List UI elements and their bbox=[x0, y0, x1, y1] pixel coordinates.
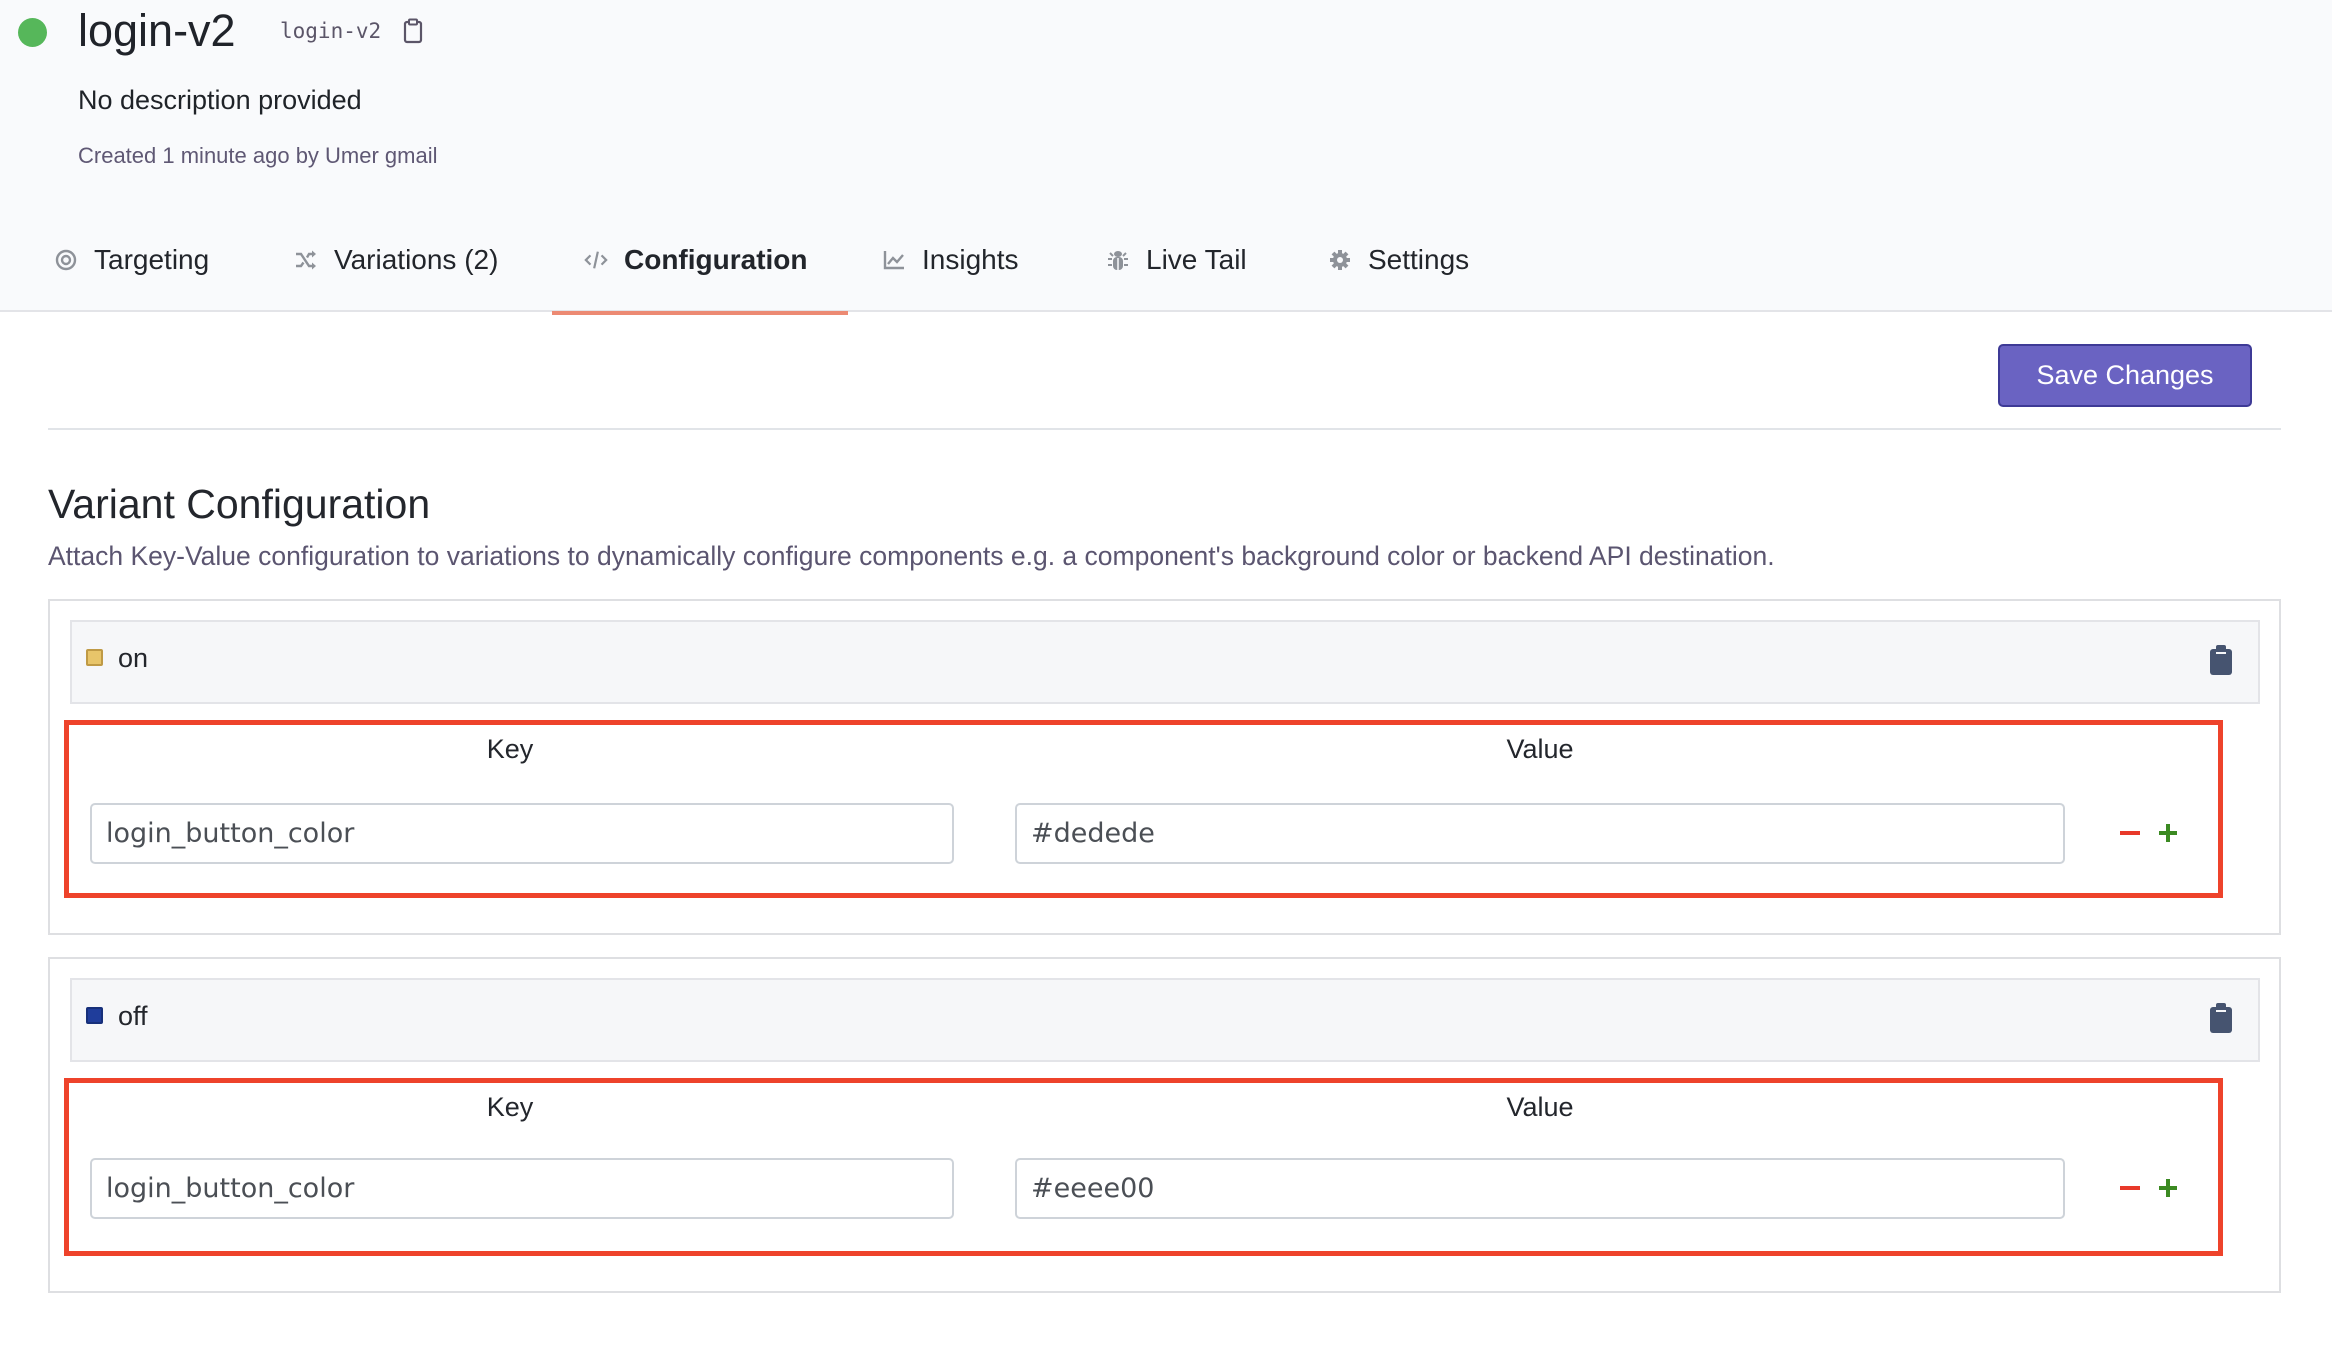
shuffle-icon bbox=[294, 248, 318, 272]
clipboard-icon[interactable] bbox=[2209, 1002, 2233, 1034]
variant-header: on bbox=[70, 620, 2260, 704]
value-column-label: Value bbox=[1506, 1092, 1574, 1122]
tab-configuration[interactable]: Configuration bbox=[584, 238, 808, 282]
variant-color-swatch bbox=[86, 649, 103, 666]
gear-icon bbox=[1328, 248, 1352, 272]
key-column-label: Key bbox=[486, 734, 534, 764]
key-value-row: Key Value bbox=[64, 1078, 2223, 1256]
key-input[interactable] bbox=[90, 803, 954, 864]
add-pair-icon[interactable] bbox=[2154, 819, 2182, 847]
save-changes-button[interactable]: Save Changes bbox=[1998, 344, 2252, 407]
tab-insights[interactable]: Insights bbox=[882, 238, 1019, 282]
key-column-label: Key bbox=[486, 1092, 534, 1122]
add-pair-icon[interactable] bbox=[2154, 1174, 2182, 1202]
tab-label: Variations (2) bbox=[334, 244, 499, 275]
tab-label: Settings bbox=[1368, 244, 1470, 275]
bug-icon bbox=[1106, 248, 1130, 272]
section-description: Attach Key-Value configuration to variat… bbox=[48, 541, 1775, 571]
value-column-label: Value bbox=[1506, 734, 1574, 764]
target-icon bbox=[54, 248, 78, 272]
tab-variations[interactable]: Variations (2) bbox=[294, 238, 498, 282]
tab-label: Insights bbox=[922, 244, 1019, 275]
flag-description: No description provided bbox=[78, 85, 362, 115]
clipboard-icon[interactable] bbox=[403, 18, 423, 44]
remove-pair-icon[interactable] bbox=[2116, 819, 2144, 847]
active-tab-indicator bbox=[552, 311, 848, 315]
created-info: Created 1 minute ago by Umer gmail bbox=[78, 143, 438, 168]
tab-live-tail[interactable]: Live Tail bbox=[1106, 238, 1247, 282]
variant-card-off: off Key Value bbox=[48, 957, 2281, 1293]
variant-name: on bbox=[118, 643, 149, 673]
tab-label: Live Tail bbox=[1146, 244, 1247, 275]
code-icon bbox=[584, 248, 608, 272]
variant-card-on: on Key Value bbox=[48, 599, 2281, 935]
variant-name: off bbox=[118, 1001, 148, 1031]
tab-label: Targeting bbox=[94, 244, 210, 275]
flag-title: login-v2 bbox=[78, 5, 236, 56]
chart-line-icon bbox=[882, 248, 906, 272]
key-value-row: Key Value bbox=[64, 720, 2223, 898]
section-title: Variant Configuration bbox=[48, 481, 431, 527]
tab-label: Configuration bbox=[624, 244, 808, 275]
variant-header: off bbox=[70, 978, 2260, 1062]
clipboard-icon[interactable] bbox=[2209, 644, 2233, 676]
tab-settings[interactable]: Settings bbox=[1328, 238, 1469, 282]
remove-pair-icon[interactable] bbox=[2116, 1174, 2144, 1202]
value-input[interactable] bbox=[1015, 1158, 2065, 1219]
tab-targeting[interactable]: Targeting bbox=[54, 238, 209, 282]
key-input[interactable] bbox=[90, 1158, 954, 1219]
flag-key: login-v2 bbox=[280, 19, 382, 43]
status-indicator bbox=[18, 18, 47, 47]
variant-color-swatch bbox=[86, 1007, 103, 1024]
divider bbox=[48, 428, 2281, 430]
value-input[interactable] bbox=[1015, 803, 2065, 864]
